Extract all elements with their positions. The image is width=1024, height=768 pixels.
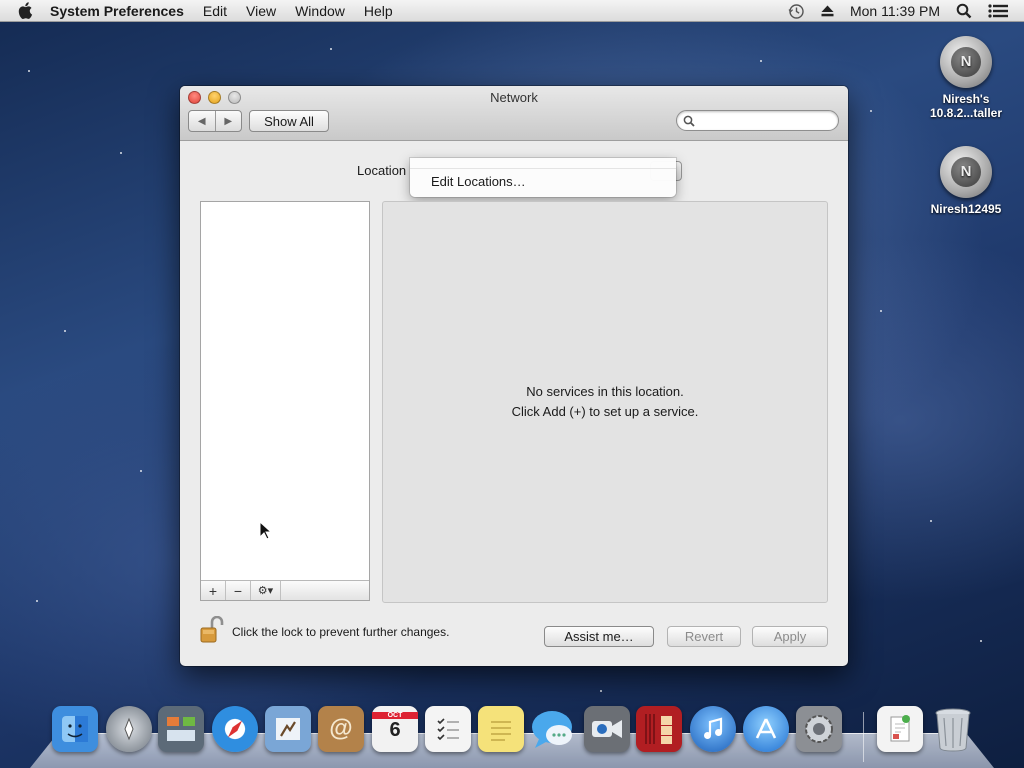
calendar-icon[interactable]: OCT 6: [372, 706, 418, 752]
disk-icon: N: [940, 146, 992, 198]
unlocked-lock-icon[interactable]: [200, 615, 224, 647]
service-list[interactable]: + − ⚙▾: [200, 201, 370, 601]
star: [64, 330, 66, 332]
apple-menu-icon[interactable]: [18, 2, 36, 20]
menu-view[interactable]: View: [246, 3, 276, 19]
back-arrow-icon[interactable]: ◀: [189, 111, 215, 131]
menu-clock[interactable]: Mon 11:39 PM: [850, 3, 940, 19]
calendar-month: OCT: [372, 712, 418, 719]
lock-area: Click the lock to prevent further change…: [200, 615, 450, 647]
desktop-disk-niresh[interactable]: N Niresh12495: [916, 146, 1016, 216]
menu-app-name[interactable]: System Preferences: [50, 3, 184, 19]
nav-back-forward: ◀ ▶: [188, 110, 242, 132]
service-list-toolbar: + − ⚙▾: [201, 580, 369, 600]
star: [930, 520, 932, 522]
menu-bar: System Preferences Edit View Window Help…: [0, 0, 1024, 22]
star: [880, 310, 882, 312]
document-stack-icon[interactable]: [877, 706, 923, 752]
menu-separator: [410, 168, 676, 169]
launchpad-icon[interactable]: [106, 706, 152, 752]
show-all-button[interactable]: Show All: [249, 110, 329, 132]
messages-icon[interactable]: [531, 706, 577, 752]
app-store-icon[interactable]: [743, 706, 789, 752]
add-service-button[interactable]: +: [201, 581, 226, 600]
star: [980, 640, 982, 642]
menu-help[interactable]: Help: [364, 3, 393, 19]
safari-icon[interactable]: [212, 706, 258, 752]
notification-center-icon[interactable]: [988, 4, 1008, 18]
contacts-icon[interactable]: @: [318, 706, 364, 752]
location-label: Location: [357, 163, 407, 178]
mouse-cursor-icon: [259, 521, 271, 540]
finder-icon[interactable]: [52, 706, 98, 752]
window-title: Network: [490, 90, 538, 105]
window-toolbar: Network ◀ ▶ Show All: [180, 86, 848, 141]
desktop-icon-label: 10.8.2...taller: [929, 106, 1003, 120]
itunes-icon[interactable]: [690, 706, 736, 752]
star: [870, 110, 872, 112]
reminders-icon[interactable]: [425, 706, 471, 752]
mission-control-icon[interactable]: [158, 706, 204, 752]
menu-window[interactable]: Window: [295, 3, 345, 19]
desktop-icon-label: Niresh's: [942, 92, 990, 106]
star: [330, 48, 332, 50]
apply-button[interactable]: Apply: [752, 626, 828, 647]
trash-icon[interactable]: [930, 706, 976, 752]
disk-icon: N: [940, 36, 992, 88]
assist-me-button[interactable]: Assist me…: [544, 626, 654, 647]
menu-edit[interactable]: Edit: [203, 3, 227, 19]
empty-message-line2: Click Add (+) to set up a service.: [511, 404, 699, 419]
desktop-disk-installer[interactable]: N Niresh's 10.8.2...taller: [916, 36, 1016, 120]
network-window: Network ◀ ▶ Show All Location Edit Locat…: [180, 86, 848, 666]
lock-text: Click the lock to prevent further change…: [232, 624, 450, 639]
remove-service-button[interactable]: −: [226, 581, 251, 600]
search-icon: [683, 115, 695, 127]
photo-booth-icon[interactable]: [636, 706, 682, 752]
location-dropdown-menu: Edit Locations…: [410, 158, 676, 197]
calendar-day: 6: [389, 719, 401, 741]
star: [28, 70, 30, 72]
facetime-icon[interactable]: [584, 706, 630, 752]
forward-arrow-icon[interactable]: ▶: [214, 111, 242, 131]
empty-message-line1: No services in this location.: [526, 384, 684, 399]
dock-separator: [863, 712, 864, 762]
notes-icon[interactable]: [478, 706, 524, 752]
search-input[interactable]: [699, 113, 829, 128]
eject-icon[interactable]: [821, 5, 834, 17]
star: [120, 152, 122, 154]
spotlight-icon[interactable]: [956, 3, 972, 19]
star: [140, 470, 142, 472]
mail-icon[interactable]: [265, 706, 311, 752]
star: [600, 690, 602, 692]
system-preferences-icon[interactable]: [796, 706, 842, 752]
edit-locations-menu-item[interactable]: Edit Locations…: [431, 174, 526, 189]
star: [36, 600, 38, 602]
revert-button[interactable]: Revert: [667, 626, 741, 647]
desktop-icon-label: Niresh12495: [930, 202, 1002, 216]
gear-icon[interactable]: ⚙▾: [251, 581, 281, 600]
service-detail-pane: No services in this location. Click Add …: [382, 201, 828, 603]
time-machine-icon[interactable]: [788, 3, 805, 20]
search-field[interactable]: [676, 110, 839, 131]
star: [760, 60, 762, 62]
